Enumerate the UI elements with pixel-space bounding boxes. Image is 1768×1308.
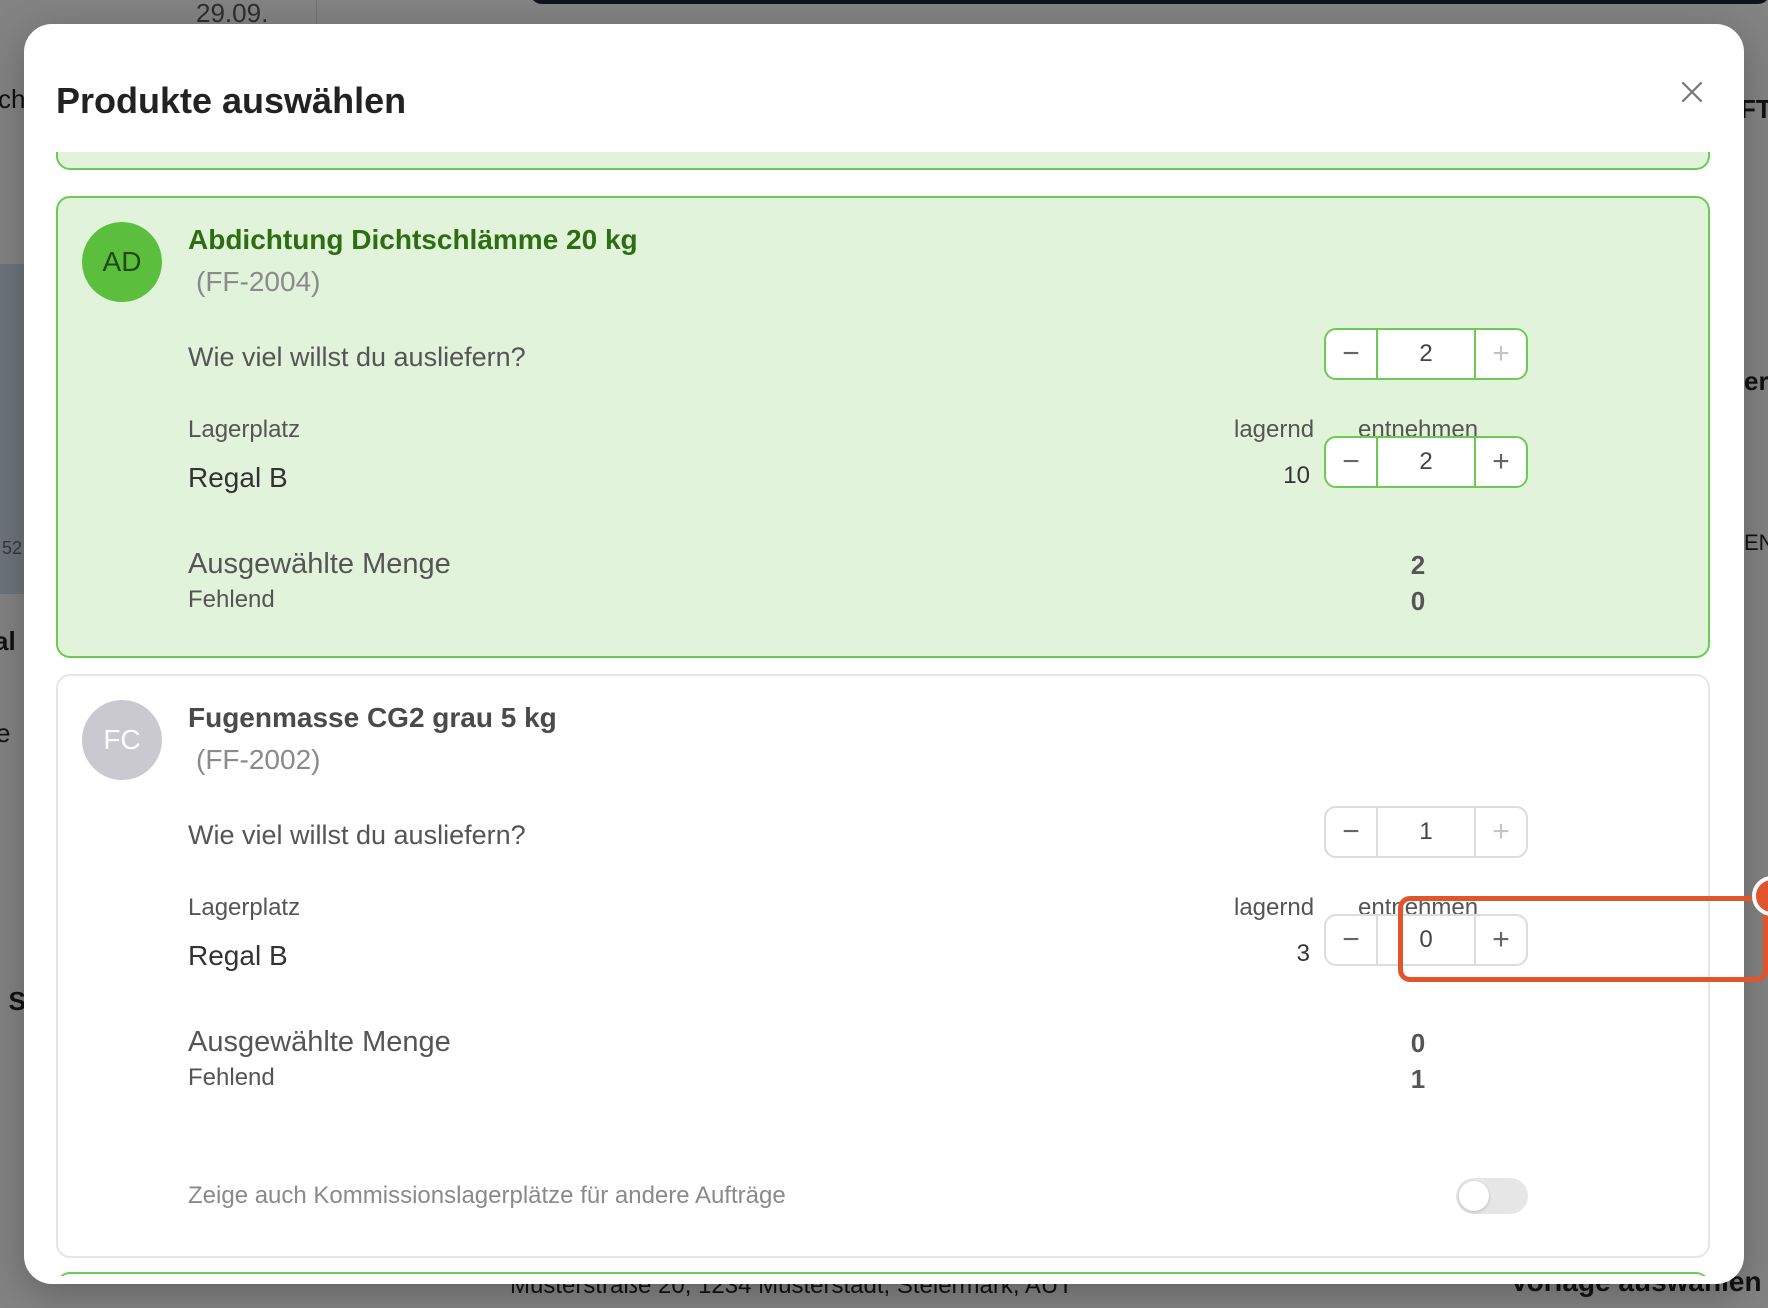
commission-storage-toggle[interactable]	[1456, 1178, 1528, 1214]
minus-icon[interactable]: −	[1326, 438, 1376, 486]
selected-quantity-label: Ausgewählte Menge	[188, 1026, 451, 1058]
commission-storage-toggle-label: Zeige auch Kommissionslagerplätze für an…	[188, 1182, 786, 1209]
minus-icon[interactable]: −	[1326, 916, 1376, 964]
close-icon[interactable]	[1674, 74, 1710, 110]
deliver-quantity-value[interactable]: 2	[1376, 330, 1476, 378]
location-name: Regal B	[188, 462, 288, 493]
plus-icon[interactable]: +	[1476, 438, 1526, 486]
product-card[interactable]: AD Abdichtung Dichtschlämme 20 kg (FF-20…	[56, 196, 1710, 658]
plus-icon[interactable]: +	[1476, 916, 1526, 964]
product-name: Abdichtung Dichtschlämme 20 kg	[188, 224, 638, 255]
take-quantity-stepper: − 0 +	[1324, 914, 1528, 966]
take-quantity-stepper: − 2 +	[1324, 436, 1528, 488]
stock-quantity: 10	[1283, 462, 1310, 489]
deliver-quantity-stepper: − 2 +	[1324, 328, 1528, 380]
stock-header: lagernd	[1234, 894, 1315, 921]
plus-icon[interactable]: +	[1476, 330, 1526, 378]
deliver-quantity-value[interactable]: 1	[1376, 808, 1476, 856]
location-header: Lagerplatz	[188, 416, 301, 443]
minus-icon[interactable]: −	[1326, 808, 1376, 856]
take-quantity-value[interactable]: 0	[1376, 916, 1476, 964]
product-card-next	[56, 1272, 1710, 1276]
product-card-previous	[56, 152, 1710, 170]
select-products-modal: Produkte auswählen AD Abdichtung Dichtsc…	[24, 24, 1744, 1284]
modal-title: Produkte auswählen	[56, 80, 407, 121]
plus-icon[interactable]: +	[1476, 808, 1526, 856]
avatar: FC	[82, 700, 162, 780]
selected-quantity-label: Ausgewählte Menge	[188, 548, 451, 580]
stock-header: lagernd	[1234, 416, 1315, 443]
minus-icon[interactable]: −	[1326, 330, 1376, 378]
location-name: Regal B	[188, 940, 288, 971]
product-sku: (FF-2002)	[196, 744, 321, 775]
product-sku: (FF-2004)	[196, 266, 321, 297]
product-card[interactable]: FC Fugenmasse CG2 grau 5 kg (FF-2002) Wi…	[56, 674, 1710, 1258]
avatar: AD	[82, 222, 162, 302]
product-name: Fugenmasse CG2 grau 5 kg	[188, 702, 557, 733]
location-header: Lagerplatz	[188, 894, 301, 921]
take-quantity-value[interactable]: 2	[1376, 438, 1476, 486]
deliver-question: Wie viel willst du ausliefern?	[188, 342, 526, 372]
deliver-question: Wie viel willst du ausliefern?	[188, 820, 526, 850]
missing-label: Fehlend	[188, 1064, 275, 1091]
product-list[interactable]: AD Abdichtung Dichtschlämme 20 kg (FF-20…	[24, 152, 1744, 1276]
toggle-knob	[1459, 1181, 1489, 1211]
selected-quantity-value: 2	[1410, 550, 1426, 580]
stock-quantity: 3	[1296, 940, 1310, 967]
deliver-quantity-stepper: − 1 +	[1324, 806, 1528, 858]
selected-quantity-value: 0	[1410, 1028, 1426, 1058]
missing-value: 1	[1410, 1064, 1426, 1094]
missing-label: Fehlend	[188, 586, 275, 613]
missing-value: 0	[1410, 586, 1426, 616]
